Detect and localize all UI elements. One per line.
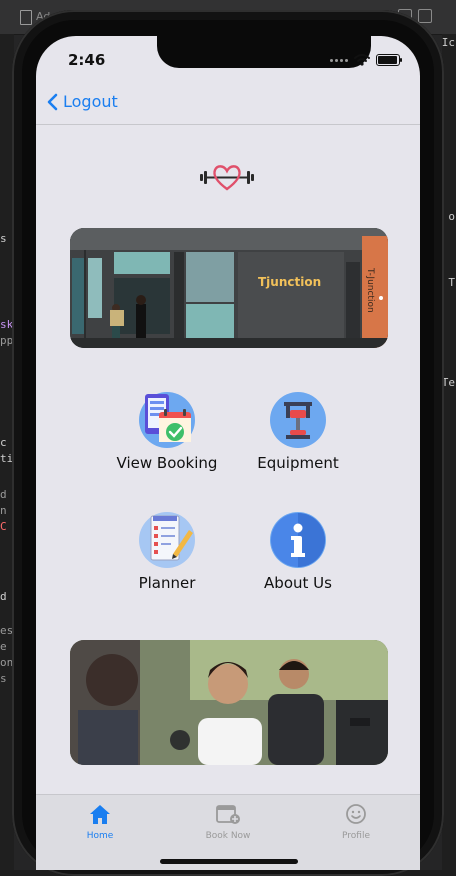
calendar-plus-icon	[216, 805, 240, 824]
code-fragment: d	[0, 488, 7, 501]
gym-entrance-banner: Tjunction T-Junction	[70, 228, 388, 348]
code-fragment: c	[0, 436, 7, 449]
document-icon	[20, 10, 32, 25]
checklist-pencil-icon	[139, 512, 195, 568]
signal-icon	[330, 58, 348, 62]
logout-button[interactable]: Logout	[46, 92, 118, 111]
dumbbell-machine-icon	[270, 392, 326, 448]
about-us-button[interactable]: About Us	[233, 512, 363, 592]
nav-bar: Logout	[36, 84, 420, 125]
banner-side-text: T-Junction	[365, 267, 375, 313]
code-fragment: e	[0, 640, 7, 653]
gym-entrance-image: Tjunction T-Junction	[70, 228, 388, 348]
status-icons	[330, 54, 402, 66]
planner-label: Planner	[138, 574, 196, 592]
code-fragment: o	[448, 210, 455, 223]
gym-people-image	[70, 640, 388, 765]
equipment-button[interactable]: Equipment	[233, 392, 363, 472]
info-icon	[270, 512, 326, 568]
chevron-left-icon	[47, 93, 58, 110]
split-view-icon[interactable]	[418, 9, 432, 23]
code-fragment: Ic	[441, 36, 455, 49]
about-us-label: About Us	[264, 574, 332, 592]
tab-home-label: Home	[86, 831, 114, 841]
tab-profile-label: Profile	[342, 831, 370, 841]
heart-dumbbell-logo	[200, 165, 254, 191]
view-booking-button[interactable]: View Booking	[102, 392, 232, 472]
tab-book-now[interactable]: Book Now	[178, 803, 278, 841]
tab-home[interactable]: Home	[50, 803, 150, 841]
equipment-label: Equipment	[257, 454, 339, 472]
app-screen: 2:46 Logout Tjunction T-Junction View Bo…	[36, 36, 420, 870]
view-booking-label: View Booking	[116, 454, 218, 472]
editor-right-gutter	[442, 34, 456, 870]
calendar-check-icon	[139, 392, 195, 448]
code-fragment: T	[448, 276, 455, 289]
tab-profile[interactable]: Profile	[306, 803, 406, 841]
planner-button[interactable]: Planner	[102, 512, 232, 592]
status-time: 2:46	[68, 51, 106, 69]
gym-people-photo	[70, 640, 388, 765]
code-fragment: s	[0, 672, 7, 685]
home-icon	[90, 805, 110, 824]
smiley-icon	[346, 804, 366, 824]
code-fragment: s	[0, 232, 7, 245]
tab-book-now-label: Book Now	[205, 831, 251, 841]
home-indicator	[160, 859, 298, 864]
code-fragment: d	[0, 590, 7, 603]
code-fragment: C	[0, 520, 7, 533]
battery-icon	[376, 54, 402, 66]
wifi-icon	[354, 54, 370, 66]
code-fragment: n	[0, 504, 7, 517]
logout-label: Logout	[63, 92, 118, 111]
banner-sign-text: Tjunction	[258, 275, 321, 289]
